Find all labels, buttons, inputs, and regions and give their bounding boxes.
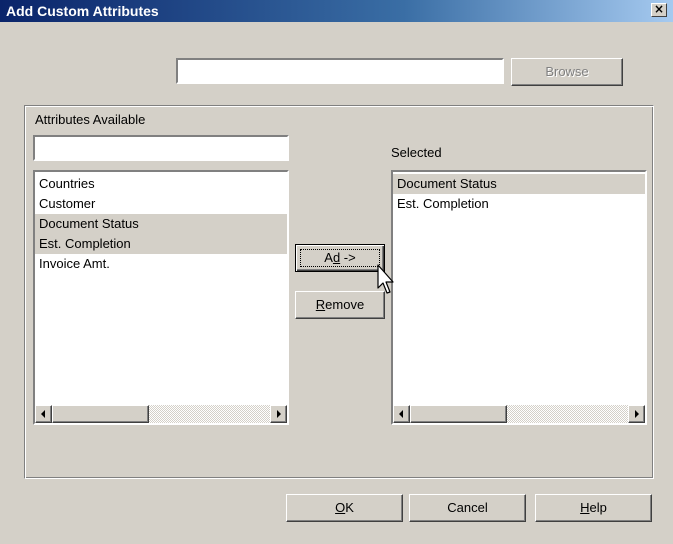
cancel-button-label: Cancel <box>447 500 488 515</box>
scroll-thumb[interactable] <box>52 405 149 423</box>
browse-button-label: Browse <box>545 64 589 79</box>
list-item[interactable]: Invoice Amt. <box>35 254 287 274</box>
scroll-left-button[interactable] <box>35 405 52 423</box>
help-label-suffix: elp <box>589 500 607 515</box>
attributes-filter-input[interactable] <box>33 135 289 161</box>
remove-button[interactable]: Remove <box>295 291 385 319</box>
scroll-thumb[interactable] <box>410 405 507 423</box>
list-item[interactable]: Document Status <box>393 174 645 194</box>
add-label-suffix: -> <box>340 250 356 265</box>
title-bar[interactable]: Add Custom Attributes × <box>0 0 673 22</box>
help-label-mnemonic: H <box>580 500 590 515</box>
arrow-left-icon <box>41 410 45 418</box>
selected-items: Document Status Est. Completion <box>393 174 645 214</box>
remove-label-suffix: emove <box>325 297 365 312</box>
scroll-right-button[interactable] <box>270 405 287 423</box>
remove-label-mnemonic: R <box>315 297 326 312</box>
close-button[interactable]: × <box>651 3 667 17</box>
list-item[interactable]: Document Status <box>35 214 287 234</box>
attributes-available-label: Attributes Available <box>35 112 146 127</box>
cancel-button[interactable]: Cancel <box>409 494 526 522</box>
available-attributes-list[interactable]: Countries Customer Document Status Est. Com… <box>33 170 289 425</box>
window-title: Add Custom Attributes <box>6 3 159 19</box>
scroll-left-button[interactable] <box>393 405 410 423</box>
arrow-left-icon <box>399 410 403 418</box>
ok-button[interactable]: OK <box>286 494 403 522</box>
available-hscrollbar[interactable] <box>35 405 287 423</box>
list-item[interactable]: Est. Completion <box>35 234 287 254</box>
close-icon: × <box>653 2 665 16</box>
available-items: Countries Customer Document Status Est. Com… <box>35 174 287 274</box>
arrow-right-icon <box>277 410 281 418</box>
selected-label: Selected <box>391 145 442 160</box>
list-item[interactable]: Customer <box>35 194 287 214</box>
ok-button-label: OK <box>335 500 354 515</box>
list-item[interactable]: Countries <box>35 174 287 194</box>
help-button-label: Help <box>580 500 607 515</box>
selected-attributes-list[interactable]: Document Status Est. Completion <box>391 170 647 425</box>
add-button[interactable]: Ad -> <box>295 244 385 272</box>
ok-label-mnemonic: O <box>335 500 346 515</box>
ok-label-suffix: K <box>345 500 354 515</box>
scroll-right-button[interactable] <box>628 405 645 423</box>
browse-button[interactable]: Browse <box>511 58 623 86</box>
selected-hscrollbar[interactable] <box>393 405 645 423</box>
add-button-label: Ad -> <box>324 250 355 265</box>
add-label-prefix: A <box>324 250 333 265</box>
list-item[interactable]: Est. Completion <box>393 194 645 214</box>
dialog-window: Add Custom Attributes × Browse Attribute… <box>0 0 673 544</box>
help-button[interactable]: Help <box>535 494 652 522</box>
arrow-right-icon <box>635 410 639 418</box>
path-input[interactable] <box>176 58 504 84</box>
remove-button-label: Remove <box>316 297 364 312</box>
